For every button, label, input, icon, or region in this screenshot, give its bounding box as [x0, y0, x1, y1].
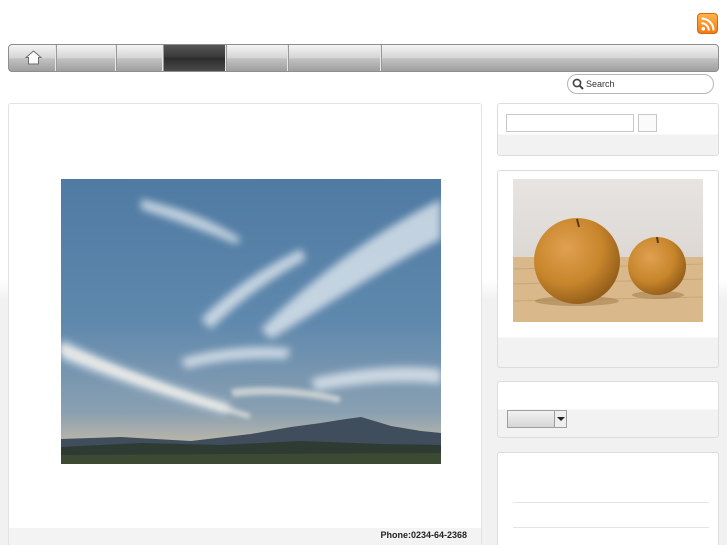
- list-item[interactable]: [513, 527, 709, 528]
- search-icon: [572, 78, 584, 90]
- nav-item-5[interactable]: [289, 45, 382, 71]
- phone-number: Phone:0234-64-2368: [380, 530, 467, 540]
- sidebar-search-widget: [497, 103, 719, 156]
- rss-icon[interactable]: [697, 13, 718, 34]
- home-icon: [25, 50, 42, 65]
- sidebar-search-button[interactable]: [638, 114, 657, 132]
- nav-item-2[interactable]: [117, 45, 164, 71]
- nav-item-1[interactable]: [57, 45, 117, 71]
- list-item[interactable]: [513, 502, 709, 503]
- nav-home[interactable]: [9, 45, 57, 71]
- search-box: [567, 74, 714, 94]
- main-content-panel: Phone:0234-64-2368: [8, 103, 482, 545]
- sidebar-select-widget: [497, 381, 719, 438]
- sidebar-search-field[interactable]: [506, 114, 634, 132]
- main-nav: [8, 44, 719, 72]
- sidebar-featured-widget: [497, 170, 719, 368]
- sidebar-list-widget: [497, 452, 719, 545]
- nav-item-3-active[interactable]: [164, 45, 227, 71]
- two-pears-photo[interactable]: [513, 179, 703, 322]
- chevron-down-icon: [554, 411, 566, 427]
- sky-over-mountain-photo: [61, 179, 441, 464]
- search-input[interactable]: [586, 77, 706, 91]
- nav-item-4[interactable]: [227, 45, 289, 71]
- archive-dropdown[interactable]: [507, 410, 567, 428]
